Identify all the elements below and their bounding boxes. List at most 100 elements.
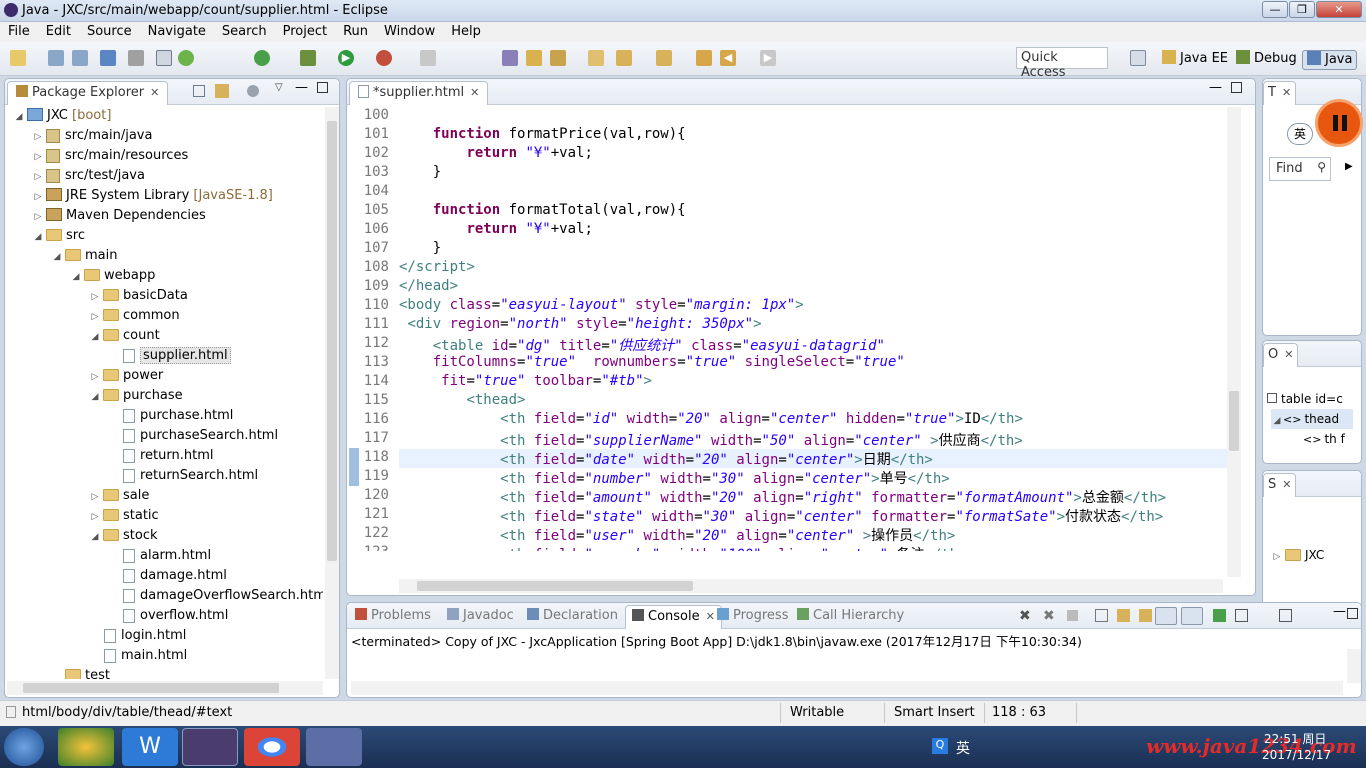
run-icon[interactable]: ▶ xyxy=(338,50,354,66)
tree-item[interactable]: ▷ basicData xyxy=(89,286,188,306)
collapse-icon[interactable]: ◢ xyxy=(89,387,101,407)
code-line[interactable]: </script> xyxy=(399,259,475,275)
code-line[interactable]: <th field="id" width="20" align="center"… xyxy=(399,411,1023,427)
code-line[interactable]: <th field="amount" width="20" align="rig… xyxy=(399,487,1166,507)
tree-item[interactable]: damage.html xyxy=(108,566,227,586)
explorer-hscrollbar[interactable] xyxy=(7,681,323,695)
open-folder-icon[interactable] xyxy=(588,50,604,66)
menu-help[interactable]: Help xyxy=(443,22,489,41)
tree-item[interactable]: ▷ sale xyxy=(89,486,150,506)
editor-hscroll-thumb[interactable] xyxy=(417,581,693,591)
tree-item[interactable]: alarm.html xyxy=(108,546,211,566)
tree-item[interactable]: purchase.html xyxy=(108,406,233,426)
tree-item[interactable]: ▷ Maven Dependencies xyxy=(32,206,206,226)
view-menu-icon[interactable] xyxy=(247,85,259,97)
code-line[interactable]: <th field="state" width="30" align="cent… xyxy=(399,506,1163,526)
tab-progress[interactable]: Progress xyxy=(711,605,794,629)
ime-indicator[interactable]: 英 xyxy=(1287,123,1313,145)
tree-item[interactable]: supplier.html xyxy=(108,346,231,366)
back-icon[interactable]: ◀ xyxy=(720,50,736,66)
collapse-all-icon[interactable] xyxy=(193,85,205,97)
code-line[interactable]: <body class="easyui-layout" style="margi… xyxy=(399,297,804,313)
close-editor-tab-icon[interactable]: ✕ xyxy=(470,86,479,99)
stop-icon[interactable] xyxy=(420,50,436,66)
tree-item[interactable]: damageOverflowSearch.html xyxy=(108,586,323,606)
tree-item[interactable]: purchaseSearch.html xyxy=(108,426,278,446)
tab-task-list[interactable]: T ✕ xyxy=(1263,81,1297,105)
toggle-mark-icon[interactable] xyxy=(156,50,172,66)
code-line[interactable]: return "¥"+val; xyxy=(399,221,592,237)
minimize-editor-icon[interactable]: — xyxy=(1209,80,1222,95)
close-tab-icon[interactable]: ✕ xyxy=(150,86,159,99)
expand-icon[interactable]: ▷ xyxy=(32,127,44,147)
new-icon[interactable] xyxy=(10,50,26,66)
print-icon[interactable] xyxy=(100,50,116,66)
collapse-icon[interactable]: ◢ xyxy=(89,327,101,347)
expand-icon[interactable]: ▷ xyxy=(32,147,44,167)
tab-package-explorer[interactable]: Package Explorer ✕ xyxy=(7,81,169,105)
forward-icon[interactable]: ▶ xyxy=(760,50,776,66)
code-line[interactable]: function formatTotal(val,row){ xyxy=(399,202,686,218)
next-annotation-icon[interactable] xyxy=(616,50,632,66)
clear-console-icon[interactable] xyxy=(1095,609,1108,622)
last-edit-icon[interactable] xyxy=(696,50,712,66)
console-vscrollbar[interactable] xyxy=(1347,649,1361,683)
maximize-view-icon[interactable] xyxy=(317,82,328,93)
menu-edit[interactable]: Edit xyxy=(38,22,79,41)
perspective-java-ee[interactable]: Java EE xyxy=(1158,50,1232,70)
pin-console-icon[interactable] xyxy=(1155,607,1177,625)
tree-item[interactable]: ▷ static xyxy=(89,506,159,526)
code-line[interactable]: return "¥"+val; xyxy=(399,145,592,161)
refresh-icon[interactable] xyxy=(254,50,270,66)
code-line[interactable]: <th field="number" width="30" align="cen… xyxy=(399,468,950,488)
prev-annotation-icon[interactable] xyxy=(656,50,672,66)
menu-window[interactable]: Window xyxy=(376,22,443,41)
code-line[interactable]: <thead> xyxy=(399,392,525,408)
save-icon[interactable] xyxy=(48,50,64,66)
expand-icon[interactable]: ▷ xyxy=(89,507,101,527)
find-arrow-icon[interactable]: ▶ xyxy=(1345,161,1353,172)
open-perspective-icon[interactable] xyxy=(1130,50,1146,66)
web-browser-icon[interactable] xyxy=(178,50,194,66)
menu-run[interactable]: Run xyxy=(335,22,376,41)
collapse-icon[interactable]: ◢ xyxy=(89,527,101,547)
close-task-tab-icon[interactable]: ✕ xyxy=(1282,86,1291,99)
maximize-editor-icon[interactable] xyxy=(1231,82,1242,93)
tab-declaration[interactable]: Declaration xyxy=(521,605,624,629)
taskbar-app-icon[interactable] xyxy=(58,728,114,766)
taskbar-eclipse-icon[interactable] xyxy=(182,728,238,766)
new-console-icon[interactable] xyxy=(1279,609,1292,622)
maximize-button[interactable]: ❐ xyxy=(1289,1,1315,18)
editor-hscrollbar[interactable] xyxy=(399,579,1223,593)
tab-outline[interactable]: O ✕ xyxy=(1263,343,1299,367)
close-structure-tab-icon[interactable]: ✕ xyxy=(1282,478,1291,491)
expand-icon[interactable]: ▷ xyxy=(1271,547,1283,567)
debug-icon[interactable] xyxy=(300,50,316,66)
ime-logo-icon[interactable]: Q xyxy=(932,738,948,754)
find-input[interactable]: Find ⚲ xyxy=(1269,157,1331,181)
expand-icon[interactable]: ▷ xyxy=(89,307,101,327)
expand-icon[interactable]: ◢ xyxy=(13,107,25,127)
view-dropdown-icon[interactable]: ▽ xyxy=(275,82,283,93)
code-line[interactable]: <th field="supplierName" width="50" alig… xyxy=(399,430,1023,450)
expand-icon[interactable]: ▷ xyxy=(32,207,44,227)
tree-item[interactable]: ▷ src/main/java xyxy=(32,126,152,146)
explorer-vscrollbar[interactable] xyxy=(325,107,339,679)
console-hscrollbar[interactable] xyxy=(351,681,1343,695)
maximize-console-icon[interactable] xyxy=(1347,608,1358,619)
structure-item-jxc[interactable]: ▷ JXC xyxy=(1271,545,1325,567)
menu-search[interactable]: Search xyxy=(214,22,275,41)
minimize-console-icon[interactable]: — xyxy=(1333,604,1346,619)
code-line[interactable]: fit="true" toolbar="#tb"> xyxy=(399,373,652,389)
code-line[interactable]: } xyxy=(399,240,441,256)
quick-access-input[interactable]: Quick Access xyxy=(1016,47,1108,80)
tree-item[interactable]: ▷ src/main/resources xyxy=(32,146,188,166)
code-line[interactable]: <th field="remarks" width="100" align="c… xyxy=(399,544,966,551)
code-line[interactable]: } xyxy=(399,164,441,180)
code-line[interactable]: <th field="date" width="20" align="cente… xyxy=(399,449,933,469)
code-line[interactable]: <th field="user" width="20" align="cente… xyxy=(399,525,955,545)
explorer-hscroll-thumb[interactable] xyxy=(23,683,279,693)
external-tools-icon[interactable] xyxy=(376,50,392,66)
open-console-icon[interactable] xyxy=(1213,609,1226,622)
taskbar-wps-icon[interactable]: W xyxy=(122,728,178,766)
